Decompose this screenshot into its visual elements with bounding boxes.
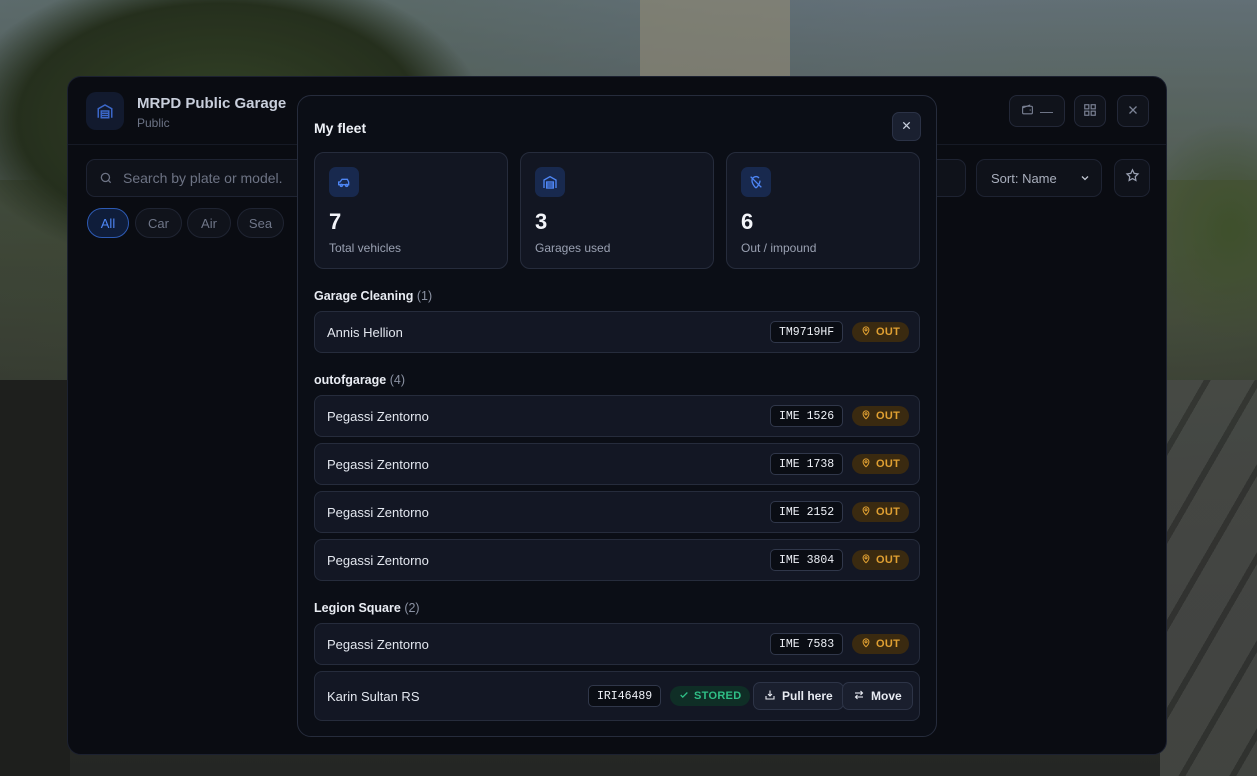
vehicle-model: Annis Hellion: [327, 325, 403, 340]
status-badge: OUT: [852, 322, 910, 342]
vehicle-row[interactable]: Pegassi Zentorno IME 7583 OUT: [314, 623, 920, 665]
location-pin-icon: [861, 553, 871, 567]
garage-subtitle: Public: [137, 116, 170, 130]
stat-card-garages-used: 3 Garages used: [520, 152, 714, 269]
group-name: Legion Square: [314, 601, 401, 615]
button-label: Move: [871, 689, 902, 703]
car-icon: [329, 167, 359, 197]
vehicle-model: Pegassi Zentorno: [327, 457, 429, 472]
location-pin-icon: [861, 325, 871, 339]
plate-badge: IME 7583: [770, 633, 844, 655]
status-text: STORED: [694, 690, 742, 702]
modal-title: My fleet: [314, 120, 367, 136]
location-off-icon: [741, 167, 771, 197]
search-icon: [99, 171, 113, 190]
sort-label: Sort: Name: [991, 170, 1057, 186]
vehicle-model: Pegassi Zentorno: [327, 505, 429, 520]
status-text: OUT: [876, 410, 901, 422]
status-badge: OUT: [852, 454, 910, 474]
close-icon: [901, 118, 912, 136]
group-count: (1): [416, 289, 433, 303]
close-fleet-button[interactable]: [892, 112, 921, 141]
status-text: OUT: [876, 638, 901, 650]
plate-badge: IME 3804: [770, 549, 844, 571]
group-heading: Legion Square (2): [314, 601, 420, 615]
vehicle-model: Karin Sultan RS: [327, 689, 420, 704]
vehicle-row[interactable]: Pegassi Zentorno IME 2152 OUT: [314, 491, 920, 533]
group-name: outofgarage: [314, 373, 387, 387]
grid-icon: [1083, 103, 1097, 120]
grid-view-button[interactable]: [1074, 95, 1106, 127]
stat-value: 6: [741, 209, 754, 234]
button-label: Pull here: [782, 689, 833, 703]
favorites-button[interactable]: [1114, 159, 1150, 197]
status-text: OUT: [876, 458, 901, 470]
plate-badge: TM9719HF: [770, 321, 844, 343]
plate-badge: IME 2152: [770, 501, 844, 523]
vehicle-row[interactable]: Karin Sultan RS IRI46489 STORED Pull her…: [314, 671, 920, 721]
garage-icon: [86, 92, 124, 130]
vehicle-model: Pegassi Zentorno: [327, 553, 429, 568]
stat-label: Total vehicles: [329, 241, 402, 255]
group-name: Garage Cleaning: [314, 289, 414, 303]
wallet-icon: [1021, 103, 1034, 119]
check-icon: [679, 690, 689, 703]
status-text: OUT: [876, 506, 901, 518]
close-garage-button[interactable]: [1117, 95, 1149, 127]
status-text: OUT: [876, 554, 901, 566]
download-icon: [764, 689, 776, 704]
chevron-down-icon: [1079, 172, 1091, 187]
location-pin-icon: [861, 457, 871, 471]
swap-icon: [853, 689, 865, 704]
vehicle-row[interactable]: Pegassi Zentorno IME 3804 OUT: [314, 539, 920, 581]
filter-air[interactable]: Air: [187, 208, 231, 238]
stat-value: 3: [535, 209, 548, 234]
wallet-value: —: [1040, 103, 1053, 119]
status-badge: STORED: [670, 686, 751, 706]
stat-card-out-impound: 6 Out / impound: [726, 152, 920, 269]
group-heading: outofgarage (4): [314, 373, 405, 387]
group-count: (2): [404, 601, 420, 615]
stat-label: Garages used: [535, 241, 611, 255]
close-icon: [1127, 104, 1139, 119]
plate-badge: IRI46489: [588, 685, 662, 707]
vehicle-row[interactable]: Pegassi Zentorno IME 1526 OUT: [314, 395, 920, 437]
status-badge: OUT: [852, 406, 910, 426]
status-badge: OUT: [852, 502, 910, 522]
location-pin-icon: [861, 409, 871, 423]
stat-label: Out / impound: [741, 241, 817, 255]
fleet-modal: My fleet 7 Total vehicles 3 Garages used…: [297, 95, 937, 737]
garage-icon: [535, 167, 565, 197]
group-heading: Garage Cleaning (1): [314, 289, 432, 303]
stat-card-total-vehicles: 7 Total vehicles: [314, 152, 508, 269]
vehicle-row[interactable]: Annis Hellion TM9719HF OUT: [314, 311, 920, 353]
stat-value: 7: [329, 209, 342, 234]
garage-title: MRPD Public Garage: [137, 95, 287, 112]
search-input[interactable]: [123, 160, 283, 196]
vehicle-row[interactable]: Pegassi Zentorno IME 1738 OUT: [314, 443, 920, 485]
status-badge: OUT: [852, 550, 910, 570]
location-pin-icon: [861, 637, 871, 651]
filter-car[interactable]: Car: [135, 208, 182, 238]
wallet-button[interactable]: —: [1009, 95, 1065, 127]
plate-badge: IME 1738: [770, 453, 844, 475]
star-icon: [1125, 168, 1140, 188]
pull-here-button[interactable]: Pull here: [753, 682, 844, 710]
move-button[interactable]: Move: [842, 682, 913, 710]
vehicle-model: Pegassi Zentorno: [327, 637, 429, 652]
location-pin-icon: [861, 505, 871, 519]
plate-badge: IME 1526: [770, 405, 844, 427]
vehicle-model: Pegassi Zentorno: [327, 409, 429, 424]
group-count: (4): [389, 373, 405, 387]
status-text: OUT: [876, 326, 901, 338]
sort-select[interactable]: Sort: Name: [976, 159, 1102, 197]
filter-sea[interactable]: Sea: [237, 208, 284, 238]
filter-all[interactable]: All: [87, 208, 129, 238]
status-badge: OUT: [852, 634, 910, 654]
